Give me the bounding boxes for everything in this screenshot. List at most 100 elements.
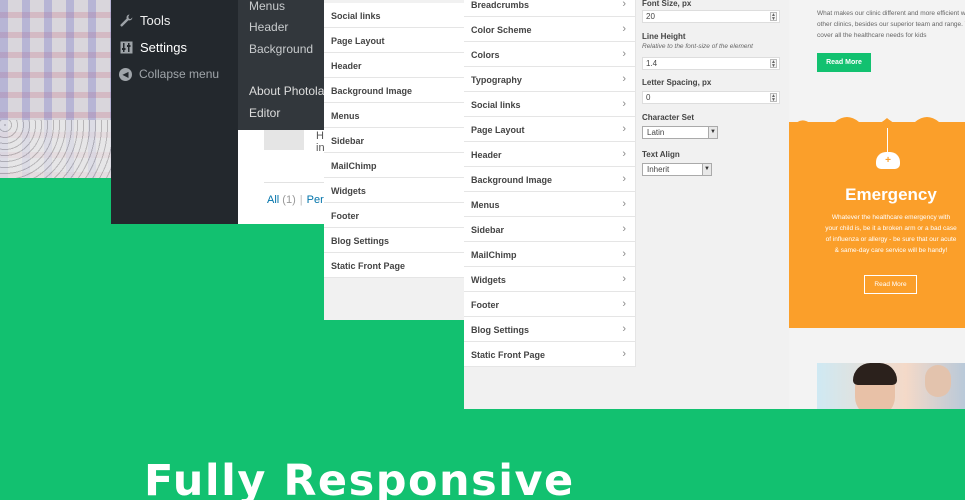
- submenu-item-header[interactable]: Header: [249, 20, 288, 34]
- menu-item-settings[interactable]: Settings: [119, 36, 187, 58]
- letter-spacing-field: Letter Spacing, px: [642, 78, 782, 87]
- chevron-down-icon: ▼: [702, 164, 711, 175]
- charset-select[interactable]: Latin ▼: [642, 126, 718, 139]
- chevron-right-icon: ›: [622, 48, 626, 60]
- section-item-menus[interactable]: Menus ›: [464, 192, 636, 217]
- submenu-item-about[interactable]: About Photolab: [249, 84, 328, 98]
- chevron-right-icon: ›: [622, 0, 626, 10]
- letter-spacing-value: 0: [646, 93, 651, 102]
- section-label: Menus: [471, 200, 500, 210]
- section-label: MailChimp: [471, 250, 517, 260]
- panel-item-widgets[interactable]: Widgets: [324, 178, 464, 203]
- emergency-read-more-button[interactable]: Read More: [864, 275, 917, 294]
- panel-item-label: Background Image: [331, 86, 413, 96]
- section-item-color-scheme[interactable]: Color Scheme ›: [464, 17, 636, 42]
- section-item-colors[interactable]: Colors ›: [464, 42, 636, 67]
- panel-item-menus[interactable]: Menus: [324, 103, 464, 128]
- section-label: Widgets: [471, 275, 506, 285]
- section-label: Colors: [471, 50, 500, 60]
- font-size-label: Font Size, px: [642, 0, 692, 8]
- section-item-social-links[interactable]: Social links ›: [464, 92, 636, 117]
- chevron-down-icon: ▼: [708, 127, 717, 138]
- text-align-field: Text Align: [642, 150, 782, 159]
- section-item-typography[interactable]: Typography ›: [464, 67, 636, 92]
- panel-item-social-links[interactable]: Social links: [324, 3, 464, 28]
- submenu-item-editor[interactable]: Editor: [249, 106, 280, 120]
- collapse-icon: ◀: [119, 67, 132, 81]
- panel-item-header[interactable]: Header: [324, 53, 464, 78]
- section-item-page-layout[interactable]: Page Layout ›: [464, 117, 636, 142]
- section-label: Breadcrumbs: [471, 0, 530, 10]
- read-more-button[interactable]: Read More: [817, 53, 871, 72]
- hanging-line: [887, 128, 888, 152]
- chevron-right-icon: ›: [622, 273, 626, 285]
- font-size-input[interactable]: 20 ▲ ▼: [642, 10, 780, 23]
- panel-item-footer[interactable]: Footer: [324, 203, 464, 228]
- section-label: Typography: [471, 75, 522, 85]
- comments-widget: H in All (1) | Per: [238, 130, 328, 224]
- line-height-input[interactable]: 1.4 ▲ ▼: [642, 57, 780, 70]
- submenu-item-background[interactable]: Background: [249, 42, 313, 56]
- intro-text: What makes our clinic different and more…: [817, 10, 965, 39]
- panel-item-sidebar[interactable]: Sidebar: [324, 128, 464, 153]
- charset-field: Character Set: [642, 113, 782, 122]
- comment-snippet: H: [316, 130, 324, 142]
- filter-all-count: (1): [282, 194, 296, 206]
- chevron-right-icon: ›: [622, 298, 626, 310]
- doctor-hair: [853, 363, 897, 385]
- section-item-mailchimp[interactable]: MailChimp ›: [464, 242, 636, 267]
- chevron-right-icon: ›: [622, 23, 626, 35]
- menu-item-label: Settings: [140, 39, 187, 55]
- section-item-widgets[interactable]: Widgets ›: [464, 267, 636, 292]
- medical-cloud-icon: +: [876, 152, 900, 169]
- spinner-icon[interactable]: ▲ ▼: [770, 93, 777, 103]
- panel-item-mailchimp[interactable]: MailChimp: [324, 153, 464, 178]
- section-item-sidebar[interactable]: Sidebar ›: [464, 217, 636, 242]
- panel-item-label: Menus: [331, 111, 360, 121]
- filter-pending-link[interactable]: Per: [307, 194, 324, 206]
- section-label: Color Scheme: [471, 25, 532, 35]
- panel-item-blog-settings[interactable]: Blog Settings: [324, 228, 464, 253]
- collapse-menu-button[interactable]: ◀ Collapse menu: [119, 63, 219, 85]
- section-item-static-front-page[interactable]: Static Front Page ›: [464, 342, 636, 367]
- line-height-value: 1.4: [646, 59, 658, 68]
- letter-spacing-input[interactable]: 0 ▲ ▼: [642, 91, 780, 104]
- panel-item-background-image[interactable]: Background Image: [324, 78, 464, 103]
- panel-item-label: Static Front Page: [331, 261, 406, 271]
- spinner-icon[interactable]: ▲ ▼: [770, 12, 777, 22]
- separator: |: [299, 194, 303, 206]
- emergency-title: Emergency: [845, 185, 937, 204]
- customizer-panel-front: Breadcrumbs › Color Scheme › Colors › Typog…: [464, 0, 789, 409]
- doctors-photo: [817, 363, 965, 409]
- wp-admin-sidebar: Tools Settings ◀ Collapse menu: [111, 0, 238, 224]
- panel-item-label: Footer: [331, 211, 359, 221]
- spinner-icon[interactable]: ▲ ▼: [770, 59, 777, 69]
- chevron-right-icon: ›: [622, 123, 626, 135]
- section-label: Header: [471, 150, 502, 160]
- font-size-field: Font Size, px: [642, 0, 782, 8]
- section-item-background-image[interactable]: Background Image ›: [464, 167, 636, 192]
- chevron-right-icon: ›: [622, 323, 626, 335]
- chevron-right-icon: ›: [622, 348, 626, 360]
- panel-item-label: Header: [331, 61, 362, 71]
- section-item-header[interactable]: Header ›: [464, 142, 636, 167]
- panel-item-label: Sidebar: [331, 136, 365, 146]
- chevron-right-icon: ›: [622, 148, 626, 160]
- filter-all-link[interactable]: All: [267, 194, 279, 206]
- section-item-breadcrumbs[interactable]: Breadcrumbs ›: [464, 0, 636, 17]
- section-item-footer[interactable]: Footer ›: [464, 292, 636, 317]
- section-item-blog-settings[interactable]: Blog Settings ›: [464, 317, 636, 342]
- panel-item-static-front-page[interactable]: Static Front Page: [324, 253, 464, 278]
- line-height-label: Line Height: [642, 32, 686, 41]
- divider: [264, 182, 324, 183]
- text-align-select[interactable]: Inherit ▼: [642, 163, 712, 176]
- submenu-item-menus[interactable]: Menus: [249, 0, 285, 13]
- panel-item-page-layout[interactable]: Page Layout: [324, 28, 464, 53]
- chevron-right-icon: ›: [622, 198, 626, 210]
- comment-filter-links: All (1) | Per: [267, 194, 324, 206]
- charset-value: Latin: [647, 128, 665, 137]
- section-label: Footer: [471, 300, 499, 310]
- chevron-right-icon: ›: [622, 223, 626, 235]
- menu-item-tools[interactable]: Tools: [119, 9, 170, 31]
- chevron-right-icon: ›: [622, 73, 626, 85]
